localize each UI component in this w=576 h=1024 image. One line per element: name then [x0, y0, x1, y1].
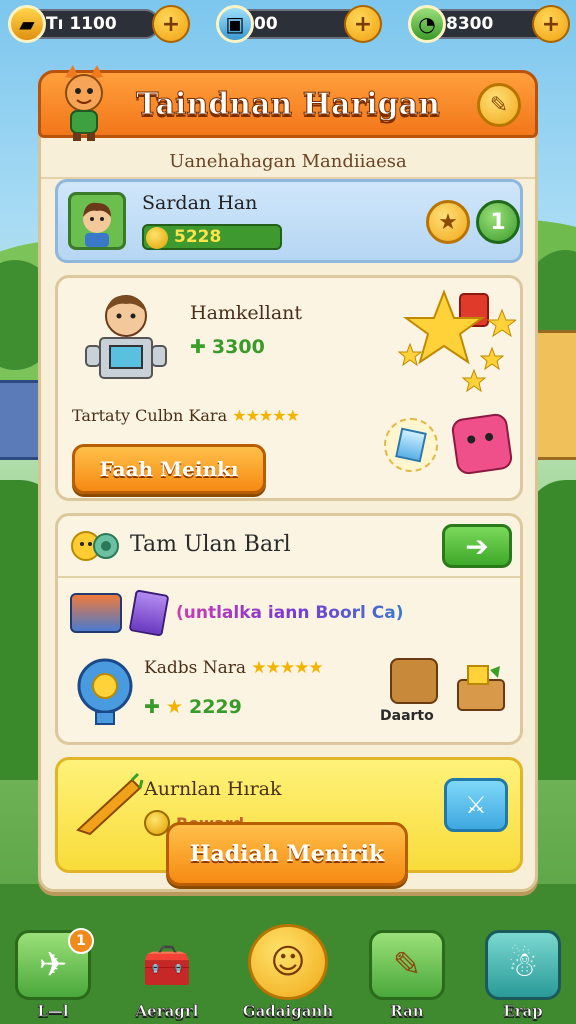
- box-label: Daarto: [380, 708, 434, 724]
- claim-reward-button[interactable]: Hadiah Menirik: [166, 822, 408, 886]
- nav-home[interactable]: ✈ L—l 1: [8, 924, 98, 1020]
- add-energy-button[interactable]: +: [532, 5, 570, 43]
- gem-tablet-icon: ▣: [216, 5, 254, 43]
- mission-title: Hamkellant: [190, 302, 303, 324]
- nav-rewards-label: Gadaiganh: [242, 1002, 334, 1021]
- box-pencil-icon: ✎: [392, 945, 422, 985]
- ticket-icon: ✎: [489, 92, 509, 118]
- panel-header: Taindnan Harigan ✎: [38, 65, 538, 141]
- panel-title: Taindnan Harigan: [136, 86, 441, 122]
- item-title: Kadbs Nara: [144, 658, 246, 678]
- box-character-icon: [390, 658, 438, 704]
- promo-row: (untlalka iann Boorl Ca): [70, 588, 510, 638]
- notification-badge: 1: [68, 928, 94, 954]
- paper-plane-icon: ✈: [38, 945, 68, 985]
- mission-reward: ✚ 3300: [190, 336, 265, 358]
- star-icon: ★: [165, 696, 183, 718]
- item-title-row: Kadbs Nara ★★★★★: [144, 658, 324, 678]
- ice-gem-icon: [384, 418, 438, 472]
- energy-resource: 8300 ◔ +: [408, 5, 570, 43]
- fox-mascot-icon: [51, 63, 117, 143]
- item-rating: ★★★★★: [251, 658, 323, 678]
- nav-profile[interactable]: ☃ Erap: [478, 924, 568, 1020]
- mission-claim-button[interactable]: Faah Meinkı: [72, 444, 266, 494]
- player-level: 1: [490, 209, 506, 235]
- gem-resource: 00 ▣ +: [216, 5, 382, 43]
- arrow-right-icon: ➔: [465, 529, 489, 563]
- nav-crafting-label: Ran: [390, 1002, 424, 1021]
- add-gold-button[interactable]: +: [152, 5, 190, 43]
- gold-resource: Tı 1100 ▰ +: [8, 5, 190, 43]
- player-name: Sardan Han: [142, 192, 258, 214]
- mission-reward-value: 3300: [211, 336, 265, 358]
- ghost-icon: ☃: [507, 945, 539, 985]
- purple-card-icon: [128, 589, 170, 637]
- bottom-nav: ✈ L—l 1 🧰 Aeragrl ☺ Gadaiganh ✎ Ran ☃ Er…: [0, 924, 576, 1024]
- nav-crafting-tile: ✎: [369, 930, 445, 1000]
- sword-icon: ⚔: [465, 791, 487, 819]
- mission-card-primary: Hamkellant ✚ 3300 Tartaty Culbn Kara ★★★…: [55, 275, 523, 501]
- next-arrow-button[interactable]: ➔: [442, 524, 512, 568]
- nav-profile-tile: ☃: [485, 930, 561, 1000]
- mission-description: Tartaty Culbn Kara: [72, 406, 228, 425]
- panel-subtitle: Uanehahagan Mandiiaesa: [41, 145, 535, 179]
- add-gem-button[interactable]: +: [344, 5, 382, 43]
- item-reward: ✚ ★ 2229: [144, 696, 242, 718]
- plus-icon: ✚: [144, 696, 160, 718]
- nav-inventory-label: Aeragrl: [135, 1002, 199, 1021]
- coin-icon: [146, 227, 168, 249]
- mission-description-row: Tartaty Culbn Kara ★★★★★: [72, 406, 300, 425]
- star-icon: ★: [438, 209, 458, 235]
- blue-trophy-icon: [74, 654, 136, 728]
- level-badge[interactable]: 1: [476, 200, 520, 244]
- reward-title: Aurnlan Hırak: [144, 778, 282, 800]
- item-reward-value: 2229: [188, 696, 242, 718]
- avatar: [68, 192, 126, 250]
- ticket-button[interactable]: ✎: [477, 83, 521, 127]
- promo-text: (untlalka iann Boorl Ca): [176, 603, 404, 623]
- nav-inventory[interactable]: 🧰 Aeragrl: [122, 924, 212, 1021]
- favorite-button[interactable]: ★: [426, 200, 470, 244]
- player-card: Sardan Han 5228 ★ 1: [55, 179, 523, 263]
- nav-rewards[interactable]: ☺ Gadaiganh: [238, 924, 338, 1020]
- player-xp-bar: 5228: [142, 224, 282, 250]
- carrot-rocket-icon: [72, 772, 144, 836]
- resource-bar: Tı 1100 ▰ + 00 ▣ + 8300 ◔ +: [8, 5, 570, 46]
- gift-basket-icon: [454, 660, 508, 714]
- sword-button[interactable]: ⚔: [444, 778, 508, 832]
- pink-creature-icon: [450, 412, 514, 476]
- daily-missions-panel: Taindnan Harigan ✎ Uanehahagan Mandiiaes…: [38, 65, 538, 892]
- nav-rewards-tile: ☺: [248, 924, 328, 1000]
- toolbox-icon: 🧰: [142, 942, 192, 989]
- clover-icon: ✚: [190, 336, 206, 358]
- nav-crafting[interactable]: ✎ Ran: [362, 924, 452, 1020]
- stars-reward-icon: [397, 286, 518, 396]
- gear-emoji-icon: [70, 526, 120, 566]
- gold-bar-icon: ▰: [8, 5, 46, 43]
- smiley-icon: ☺: [270, 942, 306, 982]
- nav-home-label: L—l: [37, 1002, 69, 1021]
- nav-profile-label: Erap: [503, 1002, 543, 1021]
- mission-rating: ★★★★★: [232, 406, 300, 425]
- treasure-chest-icon: [70, 593, 122, 633]
- nav-inventory-tile: 🧰: [129, 930, 205, 1000]
- section-title: Tam Ulan Barl: [130, 532, 291, 557]
- clock-gem-icon: ◔: [408, 5, 446, 43]
- robot-character-icon: [82, 290, 170, 386]
- mission-card-secondary: Tam Ulan Barl ➔ (untlalka iann Boorl Ca)…: [55, 513, 523, 745]
- player-xp: 5228: [174, 227, 222, 247]
- section-header: Tam Ulan Barl ➔: [58, 516, 520, 578]
